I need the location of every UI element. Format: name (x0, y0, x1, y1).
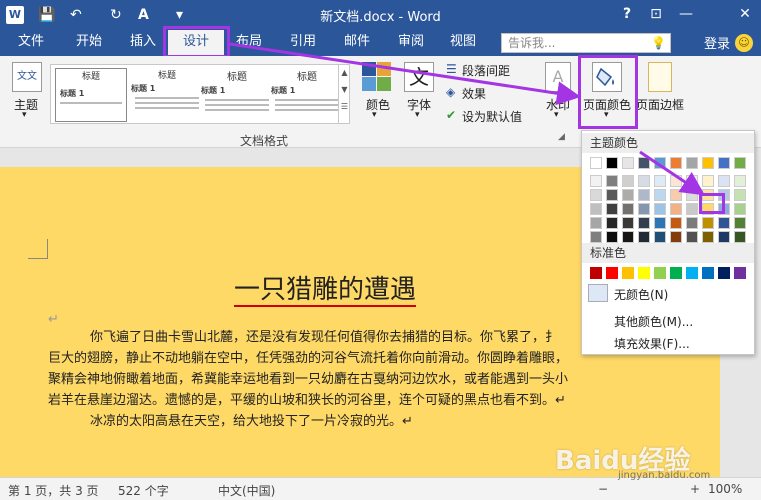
zoom-in-button[interactable]: + (690, 482, 700, 496)
annotation-arrows (229, 42, 705, 196)
arrow-to-swatch (639, 150, 705, 196)
page-count[interactable]: 第 1 页，共 3 页 (8, 482, 99, 499)
word-count[interactable]: 522 个字 (118, 482, 169, 499)
zoom-level[interactable]: 100% (708, 482, 742, 496)
zoom-out-button[interactable]: − (598, 482, 608, 496)
arrow-to-page-color (229, 42, 581, 106)
baidu-watermark-url: jingyan.baidu.com (618, 470, 711, 481)
language[interactable]: 中文(中国) (218, 482, 275, 499)
